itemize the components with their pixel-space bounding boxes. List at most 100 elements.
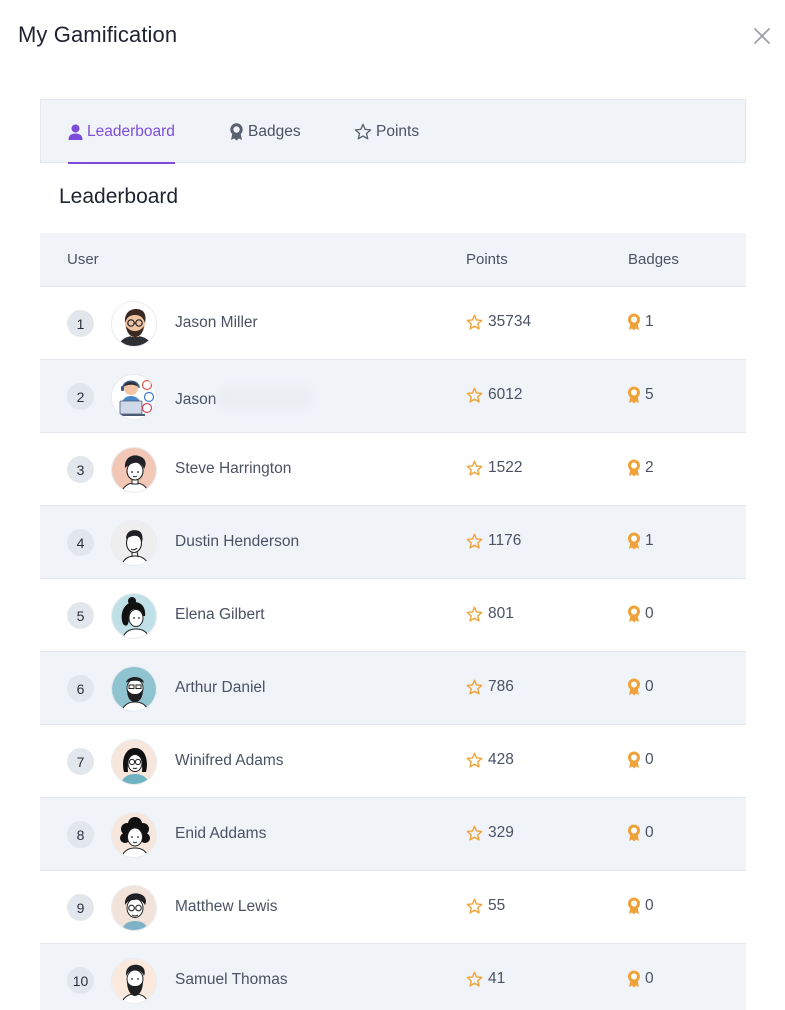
rank-badge: 9	[67, 894, 94, 921]
user-name-text: Enid Addams	[175, 825, 267, 842]
table-row: 4 Dustin Henderson 1176 1	[40, 505, 746, 578]
table-row: 3 Steve Harrington 1522 2	[40, 432, 746, 505]
badges-value: 0	[645, 897, 654, 914]
tab-badges[interactable]: Badges	[229, 100, 301, 163]
points-value: 428	[488, 751, 514, 768]
avatar	[111, 812, 157, 858]
user-name[interactable]: Enid Addams	[175, 825, 266, 843]
avatar	[111, 593, 157, 639]
badges-value: 2	[645, 459, 654, 476]
badges-cell: 2	[627, 459, 654, 477]
rank-badge: 6	[67, 675, 94, 702]
user-name-text: Arthur Daniel	[175, 679, 266, 696]
rank-badge: 3	[67, 456, 94, 483]
table-row: 6 Arthur Daniel 786 0	[40, 651, 746, 724]
table-row: 10 Samuel Thomas 41 0	[40, 943, 746, 1010]
medal-icon	[627, 970, 641, 988]
section-title: Leaderboard	[59, 185, 179, 208]
badges-cell: 0	[627, 897, 654, 915]
star-icon	[466, 606, 483, 622]
user-name-text: Elena Gilbert	[175, 606, 265, 623]
table-row: 2 Jason 6012 5	[40, 359, 746, 432]
medal-icon	[627, 751, 641, 769]
rank-badge: 4	[67, 529, 94, 556]
points-value: 1522	[488, 459, 523, 476]
points-cell: 786	[466, 678, 514, 696]
badges-cell: 0	[627, 970, 654, 988]
tab-points[interactable]: Points	[354, 100, 419, 163]
points-value: 55	[488, 897, 506, 914]
badges-cell: 0	[627, 605, 654, 623]
points-cell: 329	[466, 824, 514, 842]
user-name-text: Jason Miller	[175, 314, 258, 331]
points-cell: 801	[466, 605, 514, 623]
tab-leaderboard-label: Leaderboard	[87, 122, 175, 140]
star-icon	[354, 123, 372, 140]
avatar	[111, 374, 157, 420]
user-name[interactable]: Arthur Daniel	[175, 679, 265, 697]
user-name[interactable]: Steve Harrington	[175, 460, 291, 478]
table-row: 5 Elena Gilbert 801 0	[40, 578, 746, 651]
badges-cell: 1	[627, 313, 654, 331]
user-name[interactable]: Samuel Thomas	[175, 971, 288, 989]
points-value: 801	[488, 605, 514, 622]
avatar	[111, 666, 157, 712]
user-name[interactable]: Jason Miller	[175, 314, 258, 332]
close-button[interactable]	[750, 24, 774, 48]
header-user: User	[67, 251, 99, 268]
medal-icon	[627, 824, 641, 842]
user-name[interactable]: Winifred Adams	[175, 752, 284, 770]
avatar	[111, 301, 157, 347]
rank-badge: 2	[67, 383, 94, 410]
badges-cell: 0	[627, 824, 654, 842]
table-row: 9 Matthew Lewis 55 0	[40, 870, 746, 943]
table-header: User Points Badges	[40, 233, 746, 286]
user-name[interactable]: Matthew Lewis	[175, 898, 278, 916]
user-name[interactable]: Dustin Henderson	[175, 533, 299, 551]
user-name-text: Winifred Adams	[175, 752, 284, 769]
user-name[interactable]: Jason	[175, 387, 314, 409]
star-icon	[466, 387, 483, 403]
points-cell: 428	[466, 751, 514, 769]
avatar	[111, 958, 157, 1004]
badges-value: 5	[645, 386, 654, 403]
gamification-modal: My Gamification Leaderboard Badges Point…	[0, 0, 785, 1010]
star-icon	[466, 898, 483, 914]
tab-leaderboard[interactable]: Leaderboard	[68, 100, 175, 164]
medal-icon	[627, 605, 641, 623]
medal-icon	[627, 386, 641, 404]
user-name-text: Matthew Lewis	[175, 898, 278, 915]
rank-badge: 1	[67, 310, 94, 337]
points-cell: 55	[466, 897, 505, 915]
redacted-name-blur	[218, 387, 314, 409]
badges-value: 1	[645, 313, 654, 330]
avatar	[111, 739, 157, 785]
user-name[interactable]: Elena Gilbert	[175, 606, 265, 624]
tab-points-label: Points	[376, 122, 420, 140]
badges-value: 0	[645, 824, 654, 841]
table-row: 8 Enid Addams 329 0	[40, 797, 746, 870]
badges-cell: 1	[627, 532, 654, 550]
tab-bar: Leaderboard Badges Points	[40, 99, 746, 164]
user-name-text: Dustin Henderson	[175, 533, 300, 550]
medal-icon	[627, 897, 641, 915]
header-points: Points	[466, 251, 508, 268]
rank-badge: 7	[67, 748, 94, 775]
badges-value: 0	[645, 751, 654, 768]
badges-value: 1	[645, 532, 654, 549]
medal-icon	[627, 459, 641, 477]
badges-value: 0	[645, 970, 654, 987]
points-cell: 1522	[466, 459, 522, 477]
badges-cell: 0	[627, 678, 654, 696]
badges-value: 0	[645, 678, 654, 695]
user-name-text: Jason	[175, 391, 217, 408]
table-row: 7 Winifred Adams 428 0	[40, 724, 746, 797]
star-icon	[466, 752, 483, 768]
rank-badge: 10	[67, 967, 94, 994]
star-icon	[466, 533, 483, 549]
points-cell: 6012	[466, 386, 522, 404]
star-icon	[466, 460, 483, 476]
table-body: 1 Jason Miller 35734 1 2 Jason 6012 5 3 Steve Har…	[40, 286, 746, 1010]
star-icon	[466, 971, 483, 987]
badges-value: 0	[645, 605, 654, 622]
